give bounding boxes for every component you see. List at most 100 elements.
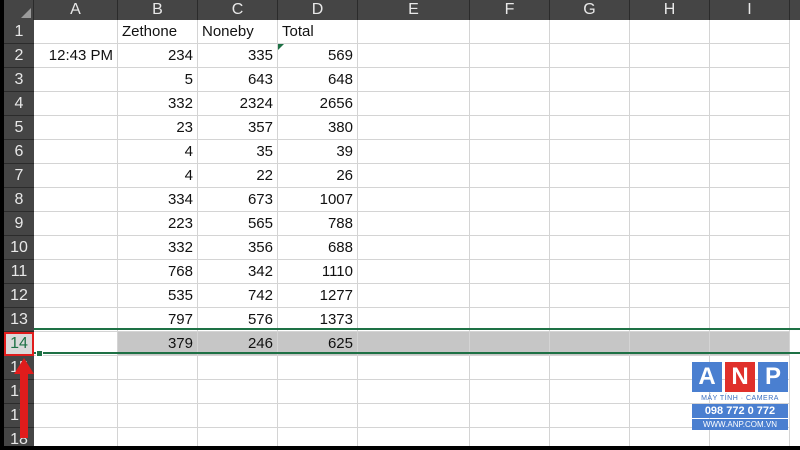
cell-g11[interactable] <box>550 260 630 284</box>
cell-f4[interactable] <box>470 92 550 116</box>
cell-f6[interactable] <box>470 140 550 164</box>
cell-b11[interactable]: 768 <box>118 260 198 284</box>
cell-e8[interactable] <box>358 188 470 212</box>
cell-c7[interactable]: 22 <box>198 164 278 188</box>
cell-g16[interactable] <box>550 380 630 404</box>
cell-e12[interactable] <box>358 284 470 308</box>
cell-d8[interactable]: 1007 <box>278 188 358 212</box>
cell-c4[interactable]: 2324 <box>198 92 278 116</box>
cell-d17[interactable] <box>278 404 358 428</box>
cell-d2[interactable]: 569 <box>278 44 358 68</box>
cell-i10[interactable] <box>710 236 790 260</box>
cell-a2[interactable]: 12:43 PM <box>34 44 118 68</box>
cell-h9[interactable] <box>630 212 710 236</box>
cell-i4[interactable] <box>710 92 790 116</box>
cell-a12[interactable] <box>34 284 118 308</box>
cell-e2[interactable] <box>358 44 470 68</box>
cell-e10[interactable] <box>358 236 470 260</box>
cell-f12[interactable] <box>470 284 550 308</box>
cell-a11[interactable] <box>34 260 118 284</box>
cell-g17[interactable] <box>550 404 630 428</box>
cell-c10[interactable]: 356 <box>198 236 278 260</box>
row-header-7[interactable]: 7 <box>4 164 34 188</box>
cell-a16[interactable] <box>34 380 118 404</box>
cell-i5[interactable] <box>710 116 790 140</box>
cell-d15[interactable] <box>278 356 358 380</box>
cell-h5[interactable] <box>630 116 710 140</box>
cell-b8[interactable]: 334 <box>118 188 198 212</box>
cell-f3[interactable] <box>470 68 550 92</box>
row-header-2[interactable]: 2 <box>4 44 34 68</box>
cell-d9[interactable]: 788 <box>278 212 358 236</box>
row-header-1[interactable]: 1 <box>4 20 34 44</box>
cell-e1[interactable] <box>358 20 470 44</box>
cell-g4[interactable] <box>550 92 630 116</box>
cell-c9[interactable]: 565 <box>198 212 278 236</box>
cell-f1[interactable] <box>470 20 550 44</box>
cell-a1[interactable] <box>34 20 118 44</box>
cell-a18[interactable] <box>34 428 118 446</box>
cell-b16[interactable] <box>118 380 198 404</box>
column-header-d[interactable]: D <box>278 0 358 20</box>
cell-d10[interactable]: 688 <box>278 236 358 260</box>
cell-b18[interactable] <box>118 428 198 446</box>
cell-d7[interactable]: 26 <box>278 164 358 188</box>
cell-i3[interactable] <box>710 68 790 92</box>
cell-e6[interactable] <box>358 140 470 164</box>
select-all-button[interactable] <box>4 0 34 20</box>
cell-b2[interactable]: 234 <box>118 44 198 68</box>
cell-b7[interactable]: 4 <box>118 164 198 188</box>
row-header-10[interactable]: 10 <box>4 236 34 260</box>
cell-i1[interactable] <box>710 20 790 44</box>
row-header-8[interactable]: 8 <box>4 188 34 212</box>
cell-b17[interactable] <box>118 404 198 428</box>
cell-f8[interactable] <box>470 188 550 212</box>
cell-a17[interactable] <box>34 404 118 428</box>
cell-a7[interactable] <box>34 164 118 188</box>
cell-h2[interactable] <box>630 44 710 68</box>
cell-c8[interactable]: 673 <box>198 188 278 212</box>
cell-d12[interactable]: 1277 <box>278 284 358 308</box>
cell-e17[interactable] <box>358 404 470 428</box>
cell-h8[interactable] <box>630 188 710 212</box>
cell-b6[interactable]: 4 <box>118 140 198 164</box>
row-header-3[interactable]: 3 <box>4 68 34 92</box>
cell-g12[interactable] <box>550 284 630 308</box>
cell-h1[interactable] <box>630 20 710 44</box>
cell-d6[interactable]: 39 <box>278 140 358 164</box>
cell-c15[interactable] <box>198 356 278 380</box>
cell-g6[interactable] <box>550 140 630 164</box>
cell-f7[interactable] <box>470 164 550 188</box>
column-header-f[interactable]: F <box>470 0 550 20</box>
row-header-5[interactable]: 5 <box>4 116 34 140</box>
cell-d3[interactable]: 648 <box>278 68 358 92</box>
cell-e4[interactable] <box>358 92 470 116</box>
cell-f17[interactable] <box>470 404 550 428</box>
cell-e9[interactable] <box>358 212 470 236</box>
cell-d1[interactable]: Total <box>278 20 358 44</box>
cell-i11[interactable] <box>710 260 790 284</box>
cell-b5[interactable]: 23 <box>118 116 198 140</box>
cell-e15[interactable] <box>358 356 470 380</box>
fill-handle[interactable] <box>36 350 43 357</box>
cell-d5[interactable]: 380 <box>278 116 358 140</box>
cell-h6[interactable] <box>630 140 710 164</box>
cell-i2[interactable] <box>710 44 790 68</box>
cell-f5[interactable] <box>470 116 550 140</box>
cell-c5[interactable]: 357 <box>198 116 278 140</box>
cell-b1[interactable]: Zethone <box>118 20 198 44</box>
cell-c12[interactable]: 742 <box>198 284 278 308</box>
cell-g10[interactable] <box>550 236 630 260</box>
cell-g3[interactable] <box>550 68 630 92</box>
cell-a10[interactable] <box>34 236 118 260</box>
cell-f16[interactable] <box>470 380 550 404</box>
row-header-4[interactable]: 4 <box>4 92 34 116</box>
cell-b12[interactable]: 535 <box>118 284 198 308</box>
row-header-11[interactable]: 11 <box>4 260 34 284</box>
cell-g7[interactable] <box>550 164 630 188</box>
cell-h10[interactable] <box>630 236 710 260</box>
cell-e5[interactable] <box>358 116 470 140</box>
column-header-a[interactable]: A <box>34 0 118 20</box>
cell-e18[interactable] <box>358 428 470 446</box>
cell-b15[interactable] <box>118 356 198 380</box>
